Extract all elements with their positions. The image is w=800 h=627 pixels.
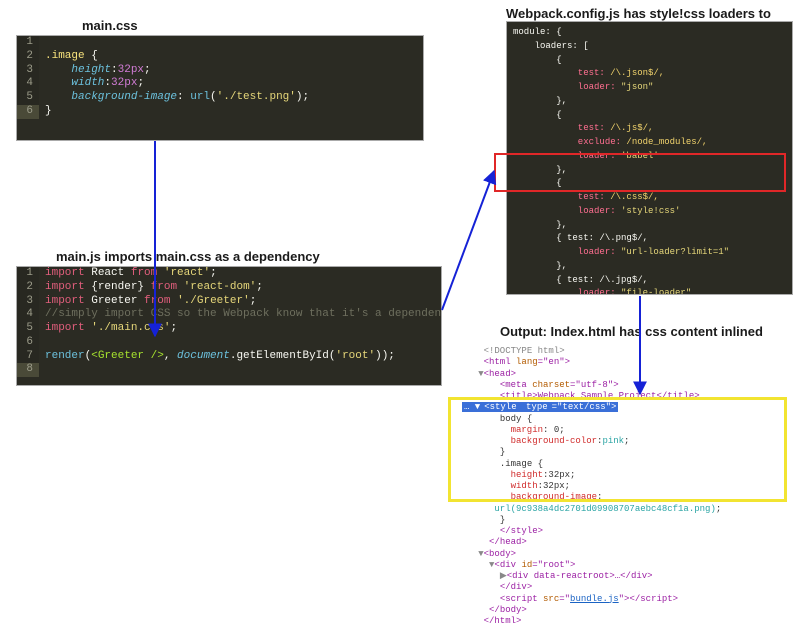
code-line: module: { — [513, 26, 786, 40]
code-line: }, — [513, 219, 786, 233]
code-line: </style> — [462, 526, 773, 537]
editor-main-js: 1import React from 'react'; 2import {ren… — [16, 266, 442, 386]
code-line: width:32px; — [462, 481, 773, 492]
code-line: 6 — [17, 336, 441, 350]
code-line: }, — [513, 95, 786, 109]
code-line: 6} — [17, 105, 423, 119]
caption-main-css: main.css — [82, 18, 138, 33]
caption-output: Output: Index.html has css content inlin… — [500, 324, 763, 339]
code-line: { — [513, 54, 786, 68]
code-line: 1import React from 'react'; — [17, 267, 441, 281]
code-line: { — [513, 109, 786, 123]
code-line: } — [462, 515, 773, 526]
code-line: 5import './main.css'; — [17, 322, 441, 336]
code-line: </div> — [462, 582, 773, 593]
code-line: </head> — [462, 537, 773, 548]
code-line: test: /\.json$/, — [513, 67, 786, 81]
code-line: 4//simply import CSS so the Webpack know… — [17, 308, 441, 322]
code-line: { test: /\.png$/, — [513, 232, 786, 246]
code-line: url(9c938a4dc2701d09908707aebc48cf1a.png… — [462, 504, 773, 515]
code-line: exclude: /node_modules/, — [513, 136, 786, 150]
code-line: <html lang="en"> — [462, 357, 773, 368]
code-line: }, — [513, 164, 786, 178]
code-line: ▼<head> — [462, 369, 773, 380]
code-line: 7render(<Greeter />, document.getElement… — [17, 350, 441, 364]
code-line: loader: "json" — [513, 81, 786, 95]
code-line: 3import Greeter from './Greeter'; — [17, 295, 441, 309]
code-line: loader: "url-loader?limit=1" — [513, 246, 786, 260]
code-line: { test: /\.jpg$/, — [513, 274, 786, 288]
panel-output-html: <!DOCTYPE html> <html lang="en"> ▼<head>… — [456, 342, 779, 574]
code-line: margin: 0; — [462, 425, 773, 436]
code-line: <title>Webpack Sample Project</title> — [462, 391, 773, 402]
editor-main-css: 1 2.image { 3 height:32px; 4 width:32px;… — [16, 35, 424, 141]
code-line: ▼<body> — [462, 549, 773, 560]
code-line: <meta charset="utf-8"> — [462, 380, 773, 391]
caption-main-js: main.js imports main.css as a dependency — [56, 249, 320, 264]
editor-webpack-config: module: { loaders: [ { test: /\.json$/, … — [506, 21, 793, 295]
code-line: 5 background-image: url('./test.png'); — [17, 91, 423, 105]
code-line: test: /\.css$/, — [513, 191, 786, 205]
code-line: 8 — [17, 363, 441, 377]
code-line: background-image: — [462, 492, 773, 503]
arrow-js-to-webpack — [442, 171, 494, 310]
code-line: loader: "file-loader" — [513, 287, 786, 295]
code-line: 3 height:32px; — [17, 64, 423, 78]
code-line: 1 — [17, 36, 423, 50]
code-line: … ▼<style type="text/css"> — [462, 402, 773, 413]
code-line: body { — [462, 414, 773, 425]
code-line: </body> — [462, 605, 773, 616]
code-line: height:32px; — [462, 470, 773, 481]
code-line: test: /\.js$/, — [513, 122, 786, 136]
code-line: loaders: [ — [513, 40, 786, 54]
code-line: .image { — [462, 459, 773, 470]
code-line: loader: 'style!css' — [513, 205, 786, 219]
code-line: 2.image { — [17, 50, 423, 64]
code-line: background-color:pink; — [462, 436, 773, 447]
code-line: }, — [513, 260, 786, 274]
code-line: </html> — [462, 616, 773, 627]
code-line: 4 width:32px; — [17, 77, 423, 91]
code-line: { — [513, 177, 786, 191]
code-line: loader: 'babel' — [513, 150, 786, 164]
code-line: <script src="bundle.js"></script> — [462, 594, 773, 605]
code-line: 2import {render} from 'react-dom'; — [17, 281, 441, 295]
code-line: ▼<div id="root"> — [462, 560, 773, 571]
code-line: } — [462, 447, 773, 458]
code-line: <!DOCTYPE html> — [462, 346, 773, 357]
